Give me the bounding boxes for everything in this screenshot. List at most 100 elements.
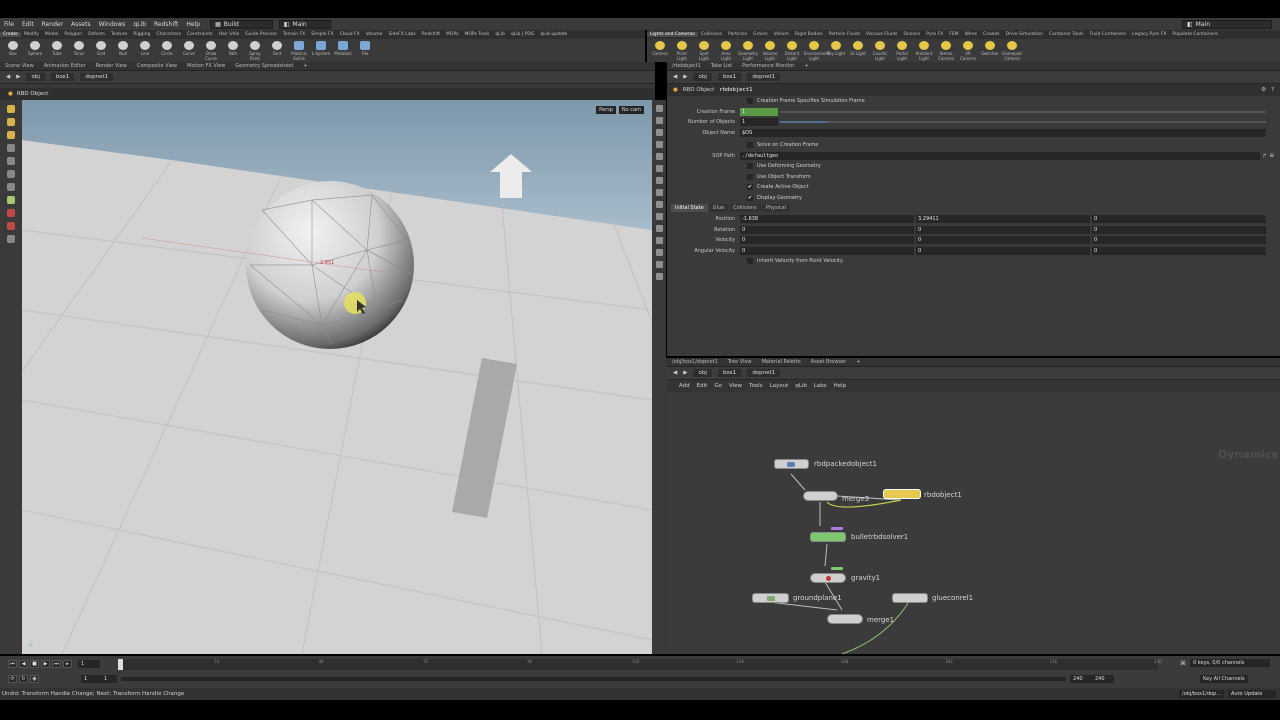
- back-icon[interactable]: ◀: [6, 74, 10, 80]
- desktop-selector[interactable]: ▦ Build: [210, 19, 273, 29]
- pane-tab[interactable]: Geometry Spreadsheet: [230, 63, 298, 69]
- vector-field[interactable]: 0: [916, 236, 1090, 245]
- pane-tab[interactable]: Scene View: [0, 63, 39, 69]
- visibility-icon[interactable]: [7, 235, 15, 243]
- sop-path-field[interactable]: ./defaultgeo: [740, 151, 1260, 160]
- points-icon[interactable]: [655, 201, 663, 208]
- node-name-field[interactable]: rbdobject1: [719, 87, 752, 93]
- vector-field[interactable]: 0: [916, 225, 1090, 234]
- shelf-tab[interactable]: SideFX Labs: [385, 32, 418, 37]
- shelf-tab[interactable]: MOPs: [443, 32, 461, 37]
- render-icon[interactable]: [655, 273, 663, 280]
- start-frame-field[interactable]: 1: [81, 675, 101, 683]
- shelf-tab[interactable]: Drive Simulation: [1003, 32, 1046, 37]
- pane-tab[interactable]: Material Palette: [757, 359, 806, 365]
- shelf-tab[interactable]: Texture: [108, 32, 130, 37]
- template-icon[interactable]: [655, 249, 663, 256]
- back-icon[interactable]: ◀: [673, 370, 677, 376]
- move-tool-icon[interactable]: [7, 118, 15, 126]
- menu-assets[interactable]: Assets: [67, 21, 95, 28]
- stop-icon[interactable]: ■: [30, 660, 39, 668]
- camera-icon[interactable]: [655, 189, 663, 196]
- shelf-tool-stereo-camera[interactable]: Stereo Camera: [936, 40, 956, 61]
- pane-tab[interactable]: Take List: [706, 63, 737, 69]
- shelf-tool-lsystem[interactable]: L-System: [311, 40, 331, 61]
- shelf-tab[interactable]: Volume: [363, 32, 386, 37]
- shelf-tab[interactable]: Polygon: [61, 32, 85, 37]
- shelf-tool-gi-light[interactable]: GI Light: [848, 40, 868, 61]
- menu-help[interactable]: Help: [182, 21, 204, 28]
- checkbox[interactable]: ✔: [747, 184, 753, 191]
- pane-tab[interactable]: /rbdobject1: [667, 63, 706, 69]
- subtab[interactable]: Glue: [708, 204, 729, 212]
- number-of-objects-slider[interactable]: [780, 121, 828, 124]
- menu-windows[interactable]: Windows: [95, 21, 130, 28]
- shelf-tab[interactable]: Rigging: [130, 32, 153, 37]
- path-dopnet1[interactable]: dopnet1: [747, 369, 781, 377]
- node-merge1[interactable]: [827, 614, 863, 624]
- shelf-tool-font[interactable]: Font: [267, 40, 287, 61]
- path-obj[interactable]: obj: [693, 73, 712, 81]
- shelf-tab[interactable]: qLib | PDG: [508, 32, 538, 37]
- pane-tab[interactable]: Performance Monitor: [737, 63, 799, 69]
- end-frame-field[interactable]: 240: [1070, 675, 1092, 683]
- add-tab-icon[interactable]: +: [298, 63, 312, 69]
- shelf-tab[interactable]: Legacy Pyro FX: [1129, 32, 1169, 37]
- main-selector[interactable]: ◧ Main: [278, 19, 331, 29]
- shelf-tab[interactable]: Vellum: [771, 32, 792, 37]
- shelf-tab[interactable]: Fluid Containers: [1086, 32, 1129, 37]
- shelf-tool-draw-curve[interactable]: Draw Curve: [201, 40, 221, 61]
- shelf-tab[interactable]: Grains: [750, 32, 771, 37]
- creation-frame-slider[interactable]: [780, 110, 1266, 113]
- shelf-tab[interactable]: Redshift: [419, 32, 443, 37]
- timeline-bar[interactable]: 24 48 72 96 120 144 168 192 216 240: [118, 659, 1162, 670]
- inherit-velocity-checkbox[interactable]: [747, 258, 753, 265]
- snap-tool-icon[interactable]: [7, 222, 15, 230]
- network-menu-layout[interactable]: Layout: [770, 383, 789, 389]
- shelf-tool-environment-light[interactable]: Environment Light: [804, 40, 830, 61]
- path-box1[interactable]: box1: [717, 73, 742, 81]
- network-menu-add[interactable]: Add: [679, 383, 690, 389]
- normals-icon[interactable]: [655, 213, 663, 220]
- shelf-tool-file[interactable]: File: [355, 40, 375, 61]
- rotate-tool-icon[interactable]: [7, 131, 15, 139]
- path-box1[interactable]: box1: [50, 73, 75, 81]
- network-menu-help[interactable]: Help: [834, 383, 847, 389]
- network-menu-edit[interactable]: Edit: [697, 383, 708, 389]
- shelf-tool-torus[interactable]: Torus: [69, 40, 89, 61]
- shading-icon[interactable]: [655, 117, 663, 124]
- vector-field[interactable]: 0: [740, 225, 914, 234]
- menu-qlib[interactable]: qLib: [129, 21, 150, 28]
- right-main-selector[interactable]: ◧ Main: [1182, 19, 1272, 29]
- shelf-tool-volume-light[interactable]: Volume Light: [760, 40, 780, 61]
- pane-tab[interactable]: Render View: [91, 63, 132, 69]
- shelf-tab[interactable]: Modify: [21, 32, 42, 37]
- network-menu-go[interactable]: Go: [714, 383, 722, 389]
- vector-field[interactable]: 0: [916, 246, 1090, 255]
- shelf-tab[interactable]: Oceans: [901, 32, 924, 37]
- shelf-tool-metaball[interactable]: Metaball: [333, 40, 353, 61]
- node-merge3[interactable]: [803, 491, 838, 501]
- realtime-icon[interactable]: ⟳: [8, 675, 17, 683]
- shelf-tool-area-light[interactable]: Area Light: [716, 40, 736, 61]
- brush-tool-icon[interactable]: [7, 196, 15, 204]
- handle-tool-icon[interactable]: [7, 157, 15, 165]
- forward-icon[interactable]: ▶: [683, 370, 687, 376]
- shelf-tab[interactable]: Lights and Cameras: [647, 32, 698, 37]
- magnet-tool-icon[interactable]: [7, 209, 15, 217]
- flipbook-icon[interactable]: [655, 261, 663, 268]
- shelf-tool-tube[interactable]: Tube: [47, 40, 67, 61]
- network-menu-labs[interactable]: Labs: [814, 383, 827, 389]
- timeline-cursor[interactable]: [118, 659, 123, 670]
- shelf-tab[interactable]: Hair Utils: [216, 32, 243, 37]
- shelf-tool-path[interactable]: Path: [223, 40, 243, 61]
- shelf-tool-ambient-light[interactable]: Ambient Light: [914, 40, 934, 61]
- auto-update-menu[interactable]: Auto Update: [1228, 690, 1276, 698]
- 3d-viewport[interactable]: 2.851 Persp No cam ⊥: [22, 100, 652, 654]
- pane-tab[interactable]: Animation Editor: [39, 63, 91, 69]
- menu-render[interactable]: Render: [38, 21, 67, 28]
- path-box1[interactable]: box1: [717, 369, 742, 377]
- add-tab-icon[interactable]: +: [851, 359, 865, 365]
- shelf-tab[interactable]: Populate Containers: [1169, 32, 1220, 37]
- audio-icon[interactable]: ◉: [30, 675, 39, 683]
